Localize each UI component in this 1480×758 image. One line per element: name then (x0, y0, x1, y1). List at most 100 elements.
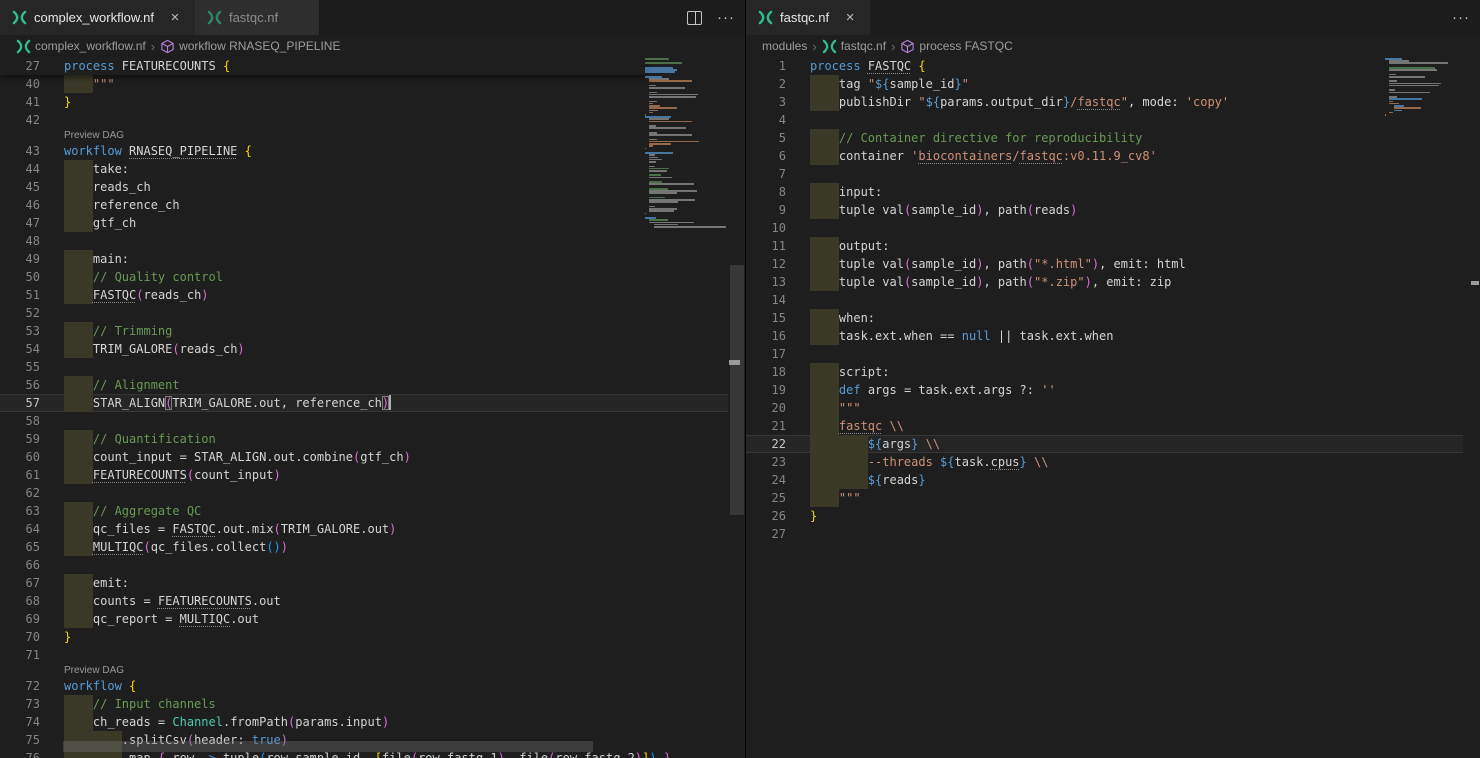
token: FEATURECOUNTS (115, 59, 223, 73)
breadcrumb-item-symbol[interactable]: process FASTQC (900, 39, 1012, 54)
minimap-line (649, 154, 654, 156)
token: ) (382, 715, 389, 729)
token: } (955, 77, 962, 91)
token: ( (136, 288, 143, 302)
more-actions-icon[interactable]: ··· (1452, 9, 1470, 26)
line-number: 15 (746, 309, 786, 327)
nextflow-file-icon (12, 10, 27, 25)
minimap[interactable] (645, 57, 728, 758)
code-text (64, 412, 728, 430)
line-number: 71 (0, 646, 40, 664)
split-editor-icon[interactable] (687, 11, 702, 25)
breadcrumb: modules › fastqc.nf › process FASTQC (746, 35, 1480, 57)
token: .out (230, 612, 259, 626)
scrollbar-thumb[interactable] (730, 265, 744, 515)
token: fastqc (1020, 149, 1063, 163)
more-actions-icon[interactable]: ··· (717, 9, 735, 26)
token (64, 216, 93, 230)
token: def (839, 383, 861, 397)
code-editor-right[interactable]: 1process FASTQC {2 tag "${sample_id}"3 p… (746, 57, 1480, 758)
code-text (810, 525, 1463, 543)
code-line: 60 count_input = STAR_ALIGN.out.combine(… (0, 448, 728, 466)
code-text: tag "${sample_id}" (810, 75, 1463, 93)
code-text: output: (810, 237, 1463, 255)
minimap-line (645, 62, 682, 64)
code-line: 69 qc_report = MULTIQC.out (0, 610, 728, 628)
code-text (64, 304, 728, 322)
minimap-line (649, 87, 685, 89)
code-line: 48 (0, 232, 728, 250)
line-number: 41 (0, 93, 40, 111)
code-line: 10 (746, 219, 1463, 237)
code-line: 16 task.ext.when == null || task.ext.whe… (746, 327, 1463, 345)
token: ) (382, 396, 389, 410)
token: ) (1070, 203, 1077, 217)
close-tab-icon[interactable]: × (842, 9, 858, 26)
token: RNASEQ_PIPELINE (129, 144, 237, 158)
breadcrumb: complex_workflow.nf › workflow RNASEQ_PI… (0, 35, 745, 57)
token: cpus (991, 455, 1020, 469)
codelens-preview-dag[interactable]: Preview DAG (64, 129, 728, 142)
tab-complex-workflow[interactable]: complex_workflow.nf × (0, 0, 195, 35)
token: -> (201, 751, 215, 758)
overview-ruler-cursor-marker (729, 360, 740, 365)
breadcrumb-item-folder[interactable]: modules (762, 39, 807, 53)
breadcrumb-item-file[interactable]: complex_workflow.nf (16, 39, 146, 54)
code-text: emit: (64, 574, 728, 592)
token: 'copy' (1186, 95, 1229, 109)
token (810, 473, 868, 487)
token: // Input channels (93, 697, 216, 711)
line-number: 1 (746, 57, 786, 75)
token: ${ (875, 77, 889, 91)
horizontal-scrollbar-thumb[interactable] (63, 741, 593, 752)
minimap-line (649, 219, 667, 221)
token: // Aggregate QC (93, 504, 201, 518)
token: ${ (940, 455, 954, 469)
minimap-line (1389, 62, 1447, 64)
token (861, 59, 868, 73)
vertical-scrollbar[interactable] (729, 57, 745, 758)
minimap[interactable] (1385, 57, 1462, 758)
minimap-line (649, 118, 668, 120)
token: ( (411, 751, 418, 758)
token: // Alignment (93, 378, 180, 392)
breadcrumb-item-file[interactable]: fastqc.nf (822, 39, 886, 54)
code-text: // Trimming (64, 322, 728, 340)
token (64, 288, 93, 302)
line-number: 18 (746, 363, 786, 381)
token (810, 77, 839, 91)
tab-fastqc-right[interactable]: fastqc.nf × (746, 0, 870, 35)
code-line: 50 // Quality control (0, 268, 728, 286)
code-line: 71 (0, 646, 728, 664)
token: reads_ch (180, 342, 238, 356)
close-tab-icon[interactable]: × (167, 9, 183, 26)
token: workflow (64, 144, 122, 158)
minimap-line (649, 183, 693, 185)
token: , path (983, 203, 1026, 217)
token: TRIM_GALORE.out (281, 522, 389, 536)
minimap-line (649, 145, 652, 147)
tab-fastqc-left[interactable]: fastqc.nf (195, 0, 320, 35)
minimap-line (649, 127, 686, 129)
code-text: ${args} \\ (810, 435, 1463, 453)
minimap-line (1385, 114, 1386, 116)
token (810, 131, 839, 145)
token: params.input (295, 715, 382, 729)
codelens-preview-dag[interactable]: Preview DAG (64, 664, 728, 677)
token: reference_ch (93, 198, 180, 212)
minimap-line (649, 161, 655, 163)
sticky-scroll-header[interactable]: 27process FEATURECOUNTS { (0, 57, 645, 75)
token (810, 185, 839, 199)
token: " (868, 77, 875, 91)
line-number: 7 (746, 165, 786, 183)
token: ) (1092, 257, 1099, 271)
token: """ (93, 77, 115, 91)
code-editor-left[interactable]: 40 """41}42Preview DAG43workflow RNASEQ_… (0, 57, 745, 758)
minimap-line (645, 148, 646, 150)
token: ch_reads = (93, 715, 172, 729)
code-line: 67 emit: (0, 574, 728, 592)
code-line: 74 ch_reads = Channel.fromPath(params.in… (0, 713, 728, 731)
code-line: 52 (0, 304, 728, 322)
code-line: 40 """ (0, 75, 728, 93)
breadcrumb-item-symbol[interactable]: workflow RNASEQ_PIPELINE (160, 39, 340, 54)
